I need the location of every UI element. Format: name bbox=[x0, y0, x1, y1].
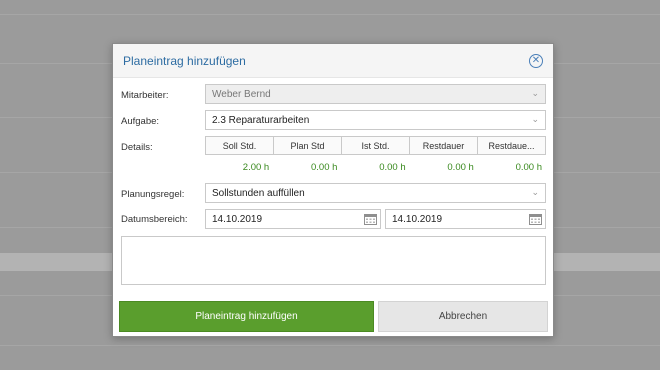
details-column-header: Soll Std. bbox=[206, 137, 274, 154]
details-value: 2.00 h bbox=[242, 162, 270, 173]
chevron-down-icon: ⌄ bbox=[531, 88, 539, 98]
date-to-input[interactable]: 14.10.2019 bbox=[385, 209, 546, 229]
add-plan-entry-button[interactable]: Planeintrag hinzufügen bbox=[119, 301, 374, 332]
calendar-icon[interactable] bbox=[364, 213, 377, 225]
date-to-value: 14.10.2019 bbox=[392, 213, 443, 225]
date-from-value: 14.10.2019 bbox=[212, 213, 263, 225]
details-column-header: Restdaue... bbox=[478, 137, 545, 154]
chevron-down-icon: ⌄ bbox=[531, 187, 539, 197]
employee-select[interactable]: Weber Bernd ⌄ bbox=[205, 84, 546, 104]
planning-rule-value: Sollstunden auffüllen bbox=[212, 187, 305, 199]
planning-rule-label: Planungsregel: bbox=[121, 189, 185, 200]
task-label: Aufgabe: bbox=[121, 116, 160, 127]
details-value: 0.00 h bbox=[515, 162, 543, 173]
dialog-title: Planeintrag hinzufügen bbox=[123, 53, 246, 68]
details-column-header: Ist Std. bbox=[342, 137, 410, 154]
cancel-button[interactable]: Abbrechen bbox=[378, 301, 548, 332]
background-line bbox=[0, 345, 660, 346]
calendar-icon[interactable] bbox=[529, 213, 542, 225]
chevron-down-icon: ⌄ bbox=[531, 114, 539, 124]
add-plan-entry-dialog: Planeintrag hinzufügen ✕ Mitarbeiter: We… bbox=[112, 43, 554, 337]
notes-textarea[interactable] bbox=[121, 236, 546, 285]
date-range-label: Datumsbereich: bbox=[121, 214, 188, 225]
details-value: 0.00 h bbox=[379, 162, 406, 173]
details-table-header: Soll Std. Plan Std Ist Std. Restdauer Re… bbox=[205, 136, 546, 155]
details-column-header: Restdauer bbox=[410, 137, 478, 154]
background-line bbox=[0, 14, 660, 15]
close-icon[interactable]: ✕ bbox=[529, 53, 543, 68]
details-value: 0.00 h bbox=[447, 162, 474, 173]
date-from-input[interactable]: 14.10.2019 bbox=[205, 209, 381, 229]
employee-label: Mitarbeiter: bbox=[121, 90, 169, 101]
dialog-header: Planeintrag hinzufügen ✕ bbox=[113, 44, 553, 78]
task-select[interactable]: 2.3 Reparaturarbeiten ⌄ bbox=[205, 110, 546, 130]
details-value: 0.00 h bbox=[310, 162, 338, 173]
details-column-header: Plan Std bbox=[274, 137, 342, 154]
task-value: 2.3 Reparaturarbeiten bbox=[212, 114, 310, 126]
employee-value: Weber Bernd bbox=[212, 88, 271, 100]
details-values-row: 2.00 h 0.00 h 0.00 h 0.00 h 0.00 h bbox=[205, 162, 546, 173]
planning-rule-select[interactable]: Sollstunden auffüllen ⌄ bbox=[205, 183, 546, 203]
details-label: Details: bbox=[121, 142, 153, 153]
